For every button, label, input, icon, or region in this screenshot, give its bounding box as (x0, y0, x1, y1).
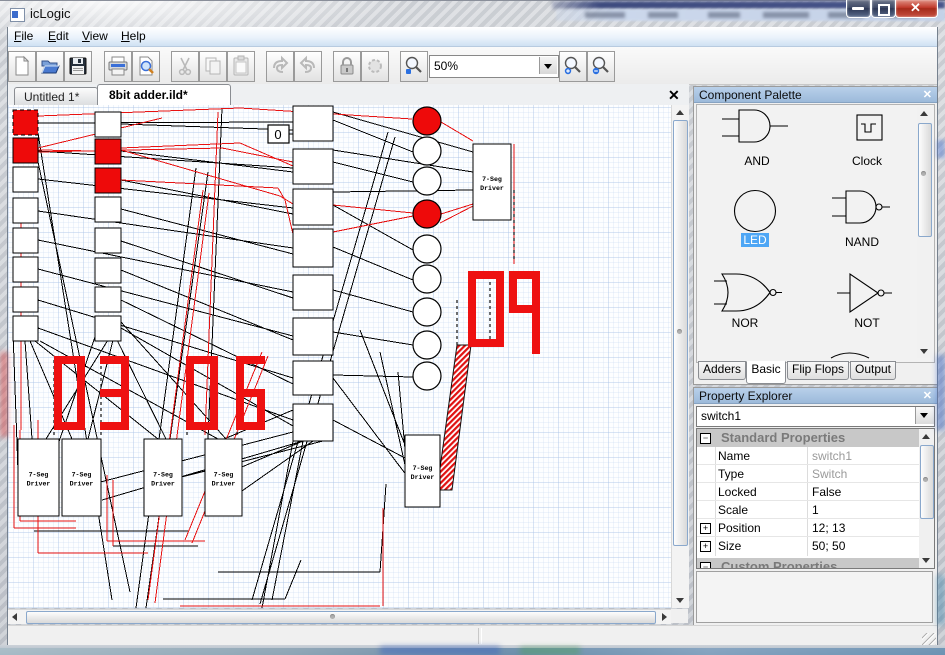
svg-text:Driver: Driver (212, 481, 236, 488)
svg-text:7-Seg: 7-Seg (153, 472, 173, 479)
svg-text:0: 0 (274, 127, 281, 142)
svg-text:7-Seg: 7-Seg (413, 465, 433, 472)
svg-text:Driver: Driver (151, 481, 175, 488)
svg-text:Driver: Driver (411, 474, 435, 481)
svg-text:7-Seg: 7-Seg (482, 176, 502, 183)
svg-text:7-Seg: 7-Seg (72, 472, 92, 479)
svg-text:Driver: Driver (70, 481, 94, 488)
svg-text:Driver: Driver (480, 185, 504, 192)
svg-text:7-Seg: 7-Seg (214, 472, 234, 479)
svg-text:Driver: Driver (27, 481, 51, 488)
svg-text:7-Seg: 7-Seg (29, 472, 49, 479)
